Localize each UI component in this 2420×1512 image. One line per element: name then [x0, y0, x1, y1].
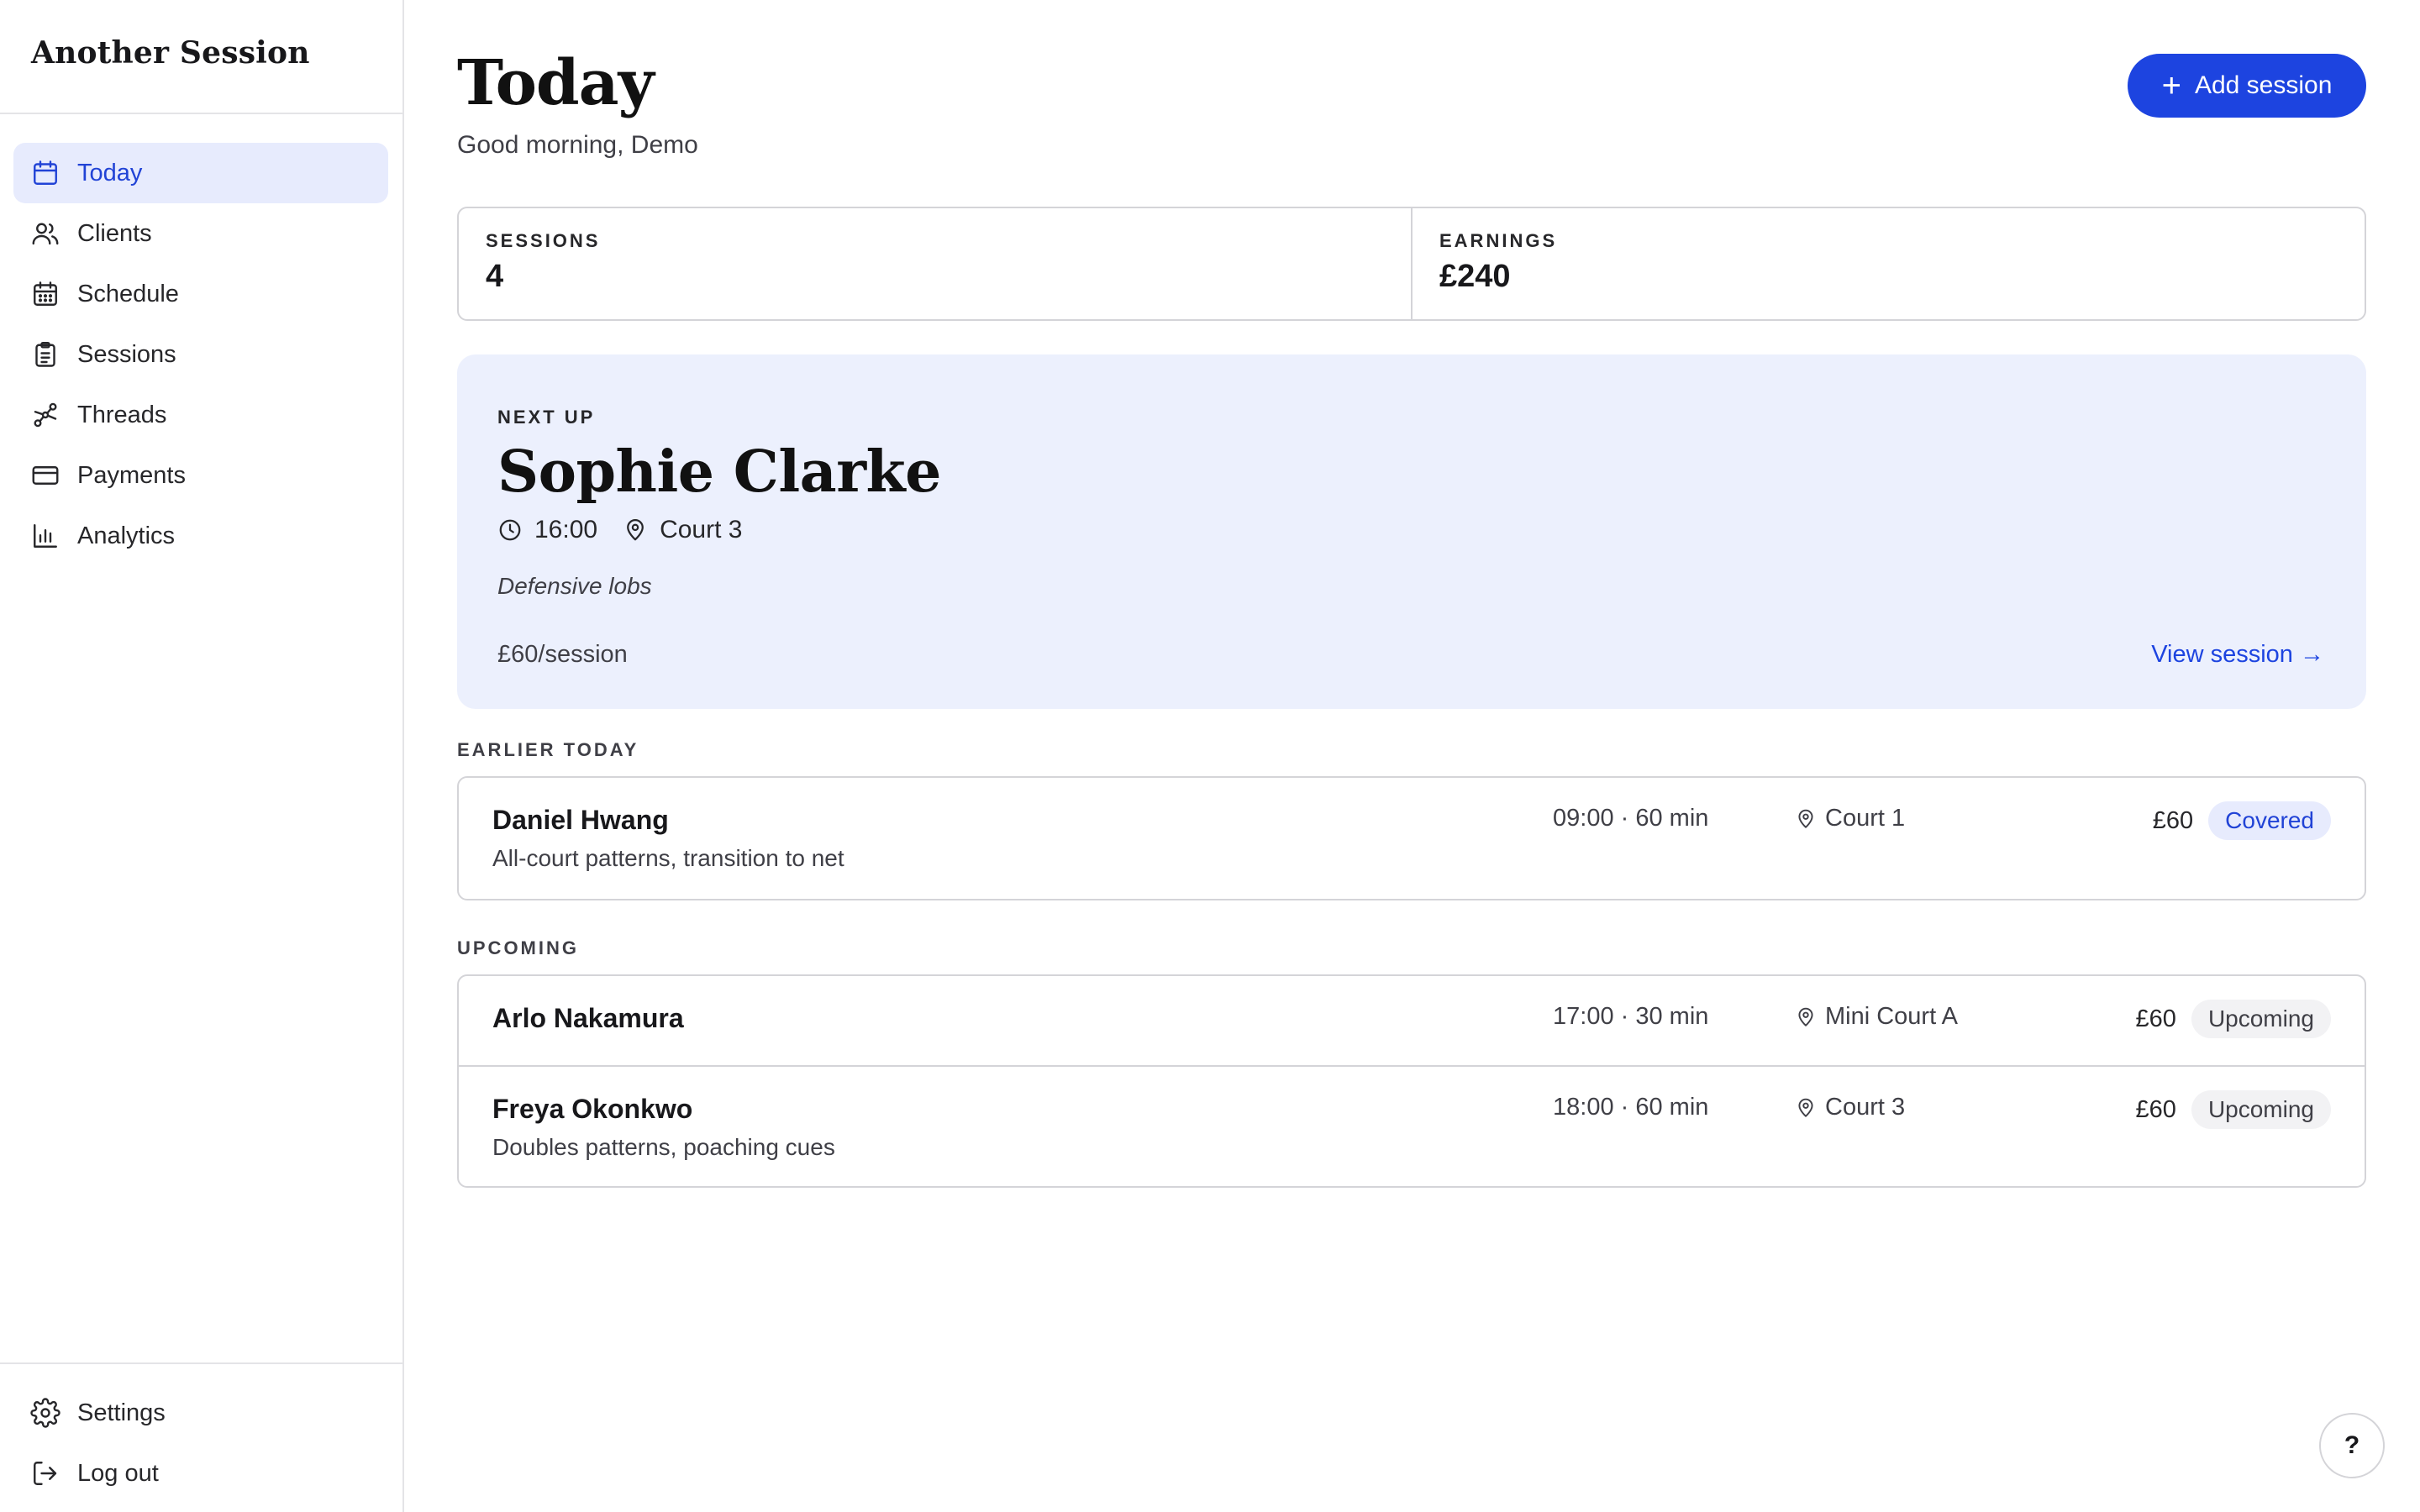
next-session-rate: £60/session: [497, 641, 628, 668]
sidebar-item-logout[interactable]: Log out: [13, 1443, 388, 1504]
add-session-label: Add session: [2194, 71, 2333, 99]
session-price: £60: [2135, 1005, 2176, 1032]
stat-value: £240: [1439, 259, 1511, 294]
upcoming-list: Arlo Nakamura 17:00 · 30 min Mini Court …: [457, 974, 2366, 1188]
sidebar-item-today[interactable]: Today: [13, 143, 388, 203]
clock-icon: [497, 517, 523, 543]
earlier-today-heading: EARLIER TODAY: [457, 739, 639, 760]
calendar-icon: [30, 158, 60, 188]
session-time: 09:00 · 60 min: [1553, 805, 1709, 832]
sidebar: Another Session Today Clients Schedule S…: [0, 0, 404, 1512]
earlier-today-list: Daniel Hwang All-court patterns, transit…: [457, 776, 2366, 900]
client-name: Arlo Nakamura: [492, 1003, 684, 1033]
stat-label: SESSIONS: [486, 230, 601, 251]
calendar-grid-icon: [30, 279, 60, 309]
view-session-link[interactable]: View session →: [2151, 641, 2324, 669]
status-badge: Covered: [2208, 801, 2331, 840]
sidebar-item-label: Clients: [77, 219, 152, 247]
sidebar-item-payments[interactable]: Payments: [13, 445, 388, 506]
table-row[interactable]: Arlo Nakamura 17:00 · 30 min Mini Court …: [459, 976, 2365, 1065]
table-row[interactable]: Daniel Hwang All-court patterns, transit…: [459, 778, 2365, 899]
page-title: Today: [457, 47, 655, 119]
sidebar-item-label: Payments: [77, 461, 186, 489]
users-icon: [30, 218, 60, 249]
session-price: £60: [2135, 1095, 2176, 1123]
location-pin-icon: [623, 517, 648, 543]
next-session-time: 16:00: [534, 516, 598, 543]
location-pin-icon: [1795, 808, 1817, 830]
location-pin-icon: [1795, 1006, 1817, 1028]
credit-card-icon: [30, 460, 60, 491]
session-description: All-court patterns, transition to net: [492, 845, 844, 871]
sidebar-item-threads[interactable]: Threads: [13, 385, 388, 445]
next-up-label: NEXT UP: [497, 407, 596, 428]
sidebar-item-sessions[interactable]: Sessions: [13, 324, 388, 385]
next-client-name: Sophie Clarke: [497, 438, 941, 506]
app-root: Another Session Today Clients Schedule S…: [0, 0, 2420, 1512]
row-price-status: £60 Upcoming: [2136, 1090, 2331, 1129]
table-row[interactable]: Freya Okonkwo Doubles patterns, poaching…: [459, 1065, 2365, 1186]
upcoming-heading: UPCOMING: [457, 937, 579, 958]
status-badge: Upcoming: [2191, 1000, 2331, 1038]
logout-icon: [30, 1458, 60, 1488]
status-badge: Upcoming: [2191, 1090, 2331, 1129]
sidebar-item-label: Threads: [77, 401, 167, 428]
session-location: Court 3: [1795, 1094, 1905, 1121]
sidebar-item-label: Schedule: [77, 280, 179, 307]
stat-earnings: EARNINGS £240: [1411, 208, 2365, 319]
route-icon: [30, 400, 60, 430]
next-session-focus: Defensive lobs: [497, 573, 652, 599]
sidebar-item-label: Sessions: [77, 340, 176, 368]
sidebar-item-label: Analytics: [77, 522, 176, 549]
add-session-button[interactable]: + Add session: [2128, 54, 2366, 118]
row-price-status: £60 Upcoming: [2136, 1000, 2331, 1038]
sidebar-item-clients[interactable]: Clients: [13, 203, 388, 264]
gear-icon: [30, 1398, 60, 1428]
row-price-status: £60 Covered: [2153, 801, 2331, 840]
client-name: Freya Okonkwo: [492, 1094, 693, 1124]
sidebar-item-label: Settings: [77, 1399, 166, 1426]
sidebar-item-settings[interactable]: Settings: [13, 1383, 388, 1443]
session-price: £60: [2152, 806, 2194, 834]
sidebar-item-schedule[interactable]: Schedule: [13, 264, 388, 324]
bar-chart-icon: [30, 521, 60, 551]
plus-icon: +: [2161, 67, 2181, 104]
location-pin-icon: [1795, 1097, 1817, 1119]
next-up-card[interactable]: NEXT UP Sophie Clarke 16:00 Court 3 Defe…: [457, 354, 2366, 709]
greeting-text: Good morning, Demo: [457, 131, 698, 159]
client-name: Daniel Hwang: [492, 805, 669, 835]
session-location: Court 1: [1795, 805, 1905, 832]
location-label: Mini Court A: [1825, 1003, 1958, 1030]
session-time: 17:00 · 30 min: [1553, 1003, 1709, 1030]
stat-label: EARNINGS: [1439, 230, 1558, 251]
clipboard-icon: [30, 339, 60, 370]
sidebar-nav: Today Clients Schedule Sessions Threads …: [13, 143, 388, 566]
sidebar-item-label: Log out: [77, 1459, 159, 1487]
sidebar-footer: Settings Log out: [0, 1362, 402, 1512]
session-location: Mini Court A: [1795, 1003, 1958, 1031]
stat-sessions: SESSIONS 4: [459, 208, 1411, 319]
help-button[interactable]: ?: [2319, 1413, 2385, 1478]
location-label: Court 1: [1825, 805, 1906, 832]
sidebar-item-analytics[interactable]: Analytics: [13, 506, 388, 566]
session-time: 18:00 · 60 min: [1553, 1094, 1709, 1121]
next-session-meta: 16:00 Court 3: [497, 516, 2326, 544]
location-label: Court 3: [1825, 1094, 1906, 1121]
stats-panel: SESSIONS 4 EARNINGS £240: [457, 207, 2366, 321]
stat-value: 4: [486, 259, 504, 294]
session-description: Doubles patterns, poaching cues: [492, 1134, 835, 1160]
sidebar-item-label: Today: [77, 159, 143, 186]
next-session-location: Court 3: [660, 516, 743, 543]
brand-logo[interactable]: Another Session: [0, 0, 402, 114]
